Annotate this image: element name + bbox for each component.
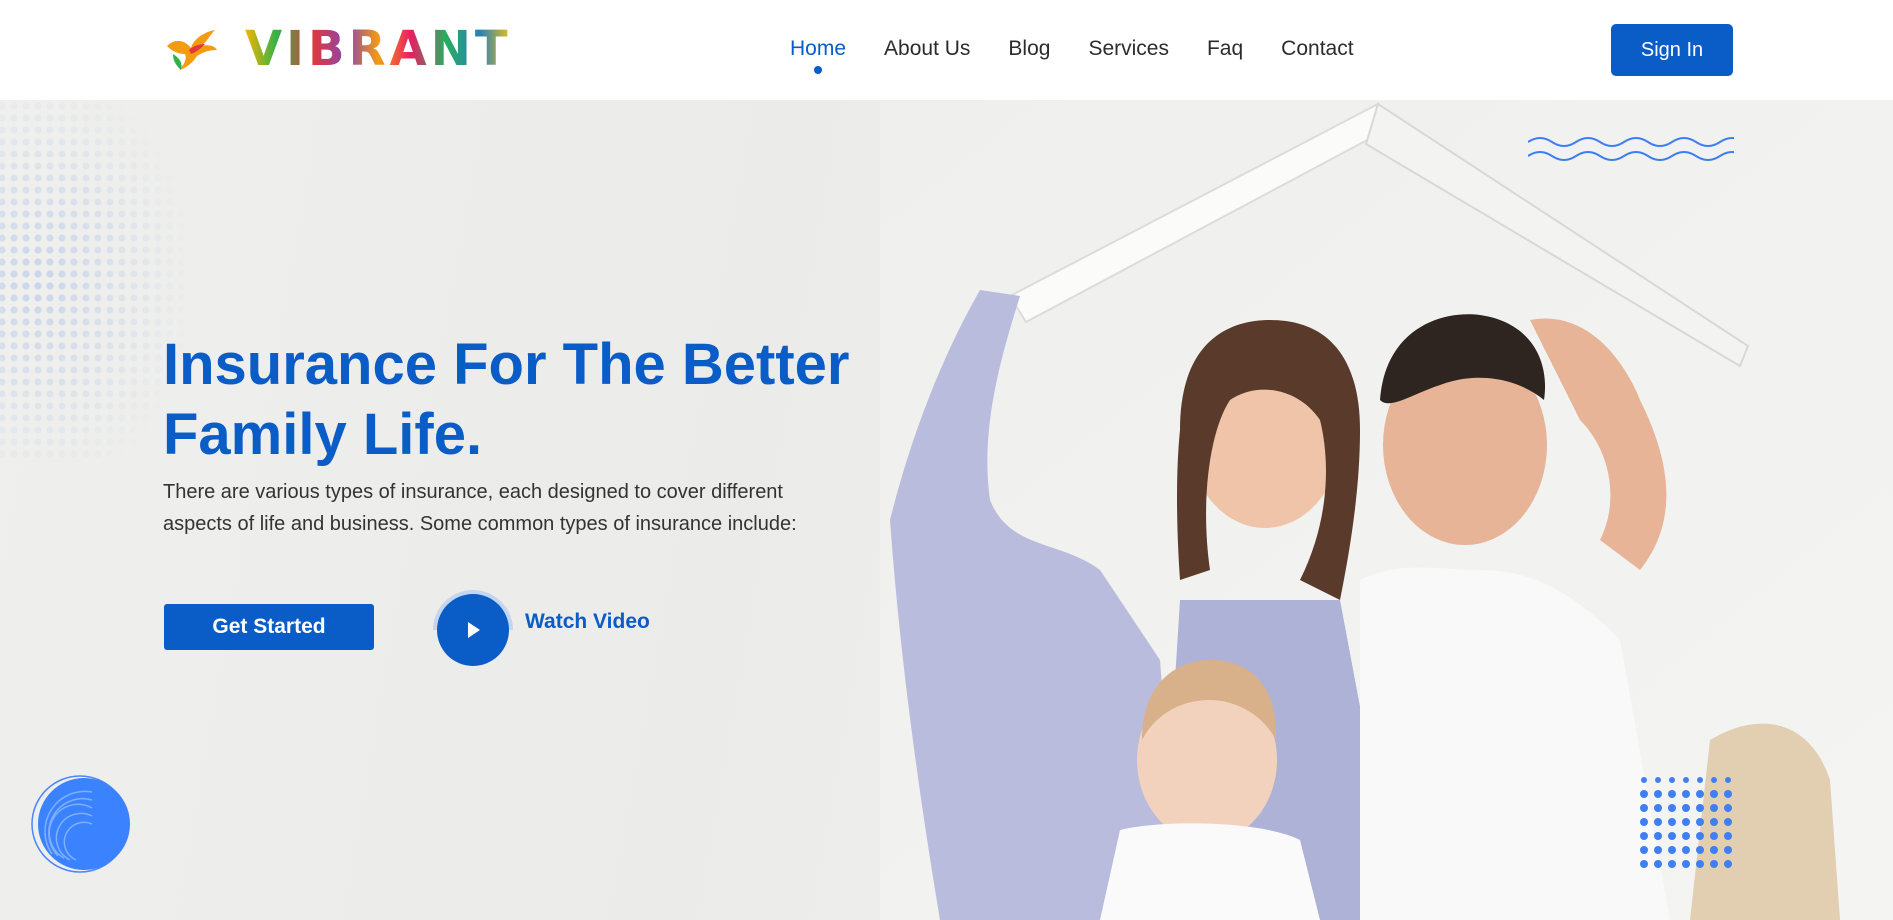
sign-in-button[interactable]: Sign In xyxy=(1611,24,1733,76)
description-line-1: There are various types of insurance, ea… xyxy=(163,481,783,503)
get-started-button[interactable]: Get Started xyxy=(164,604,374,650)
active-indicator-dot xyxy=(814,66,823,74)
nav-item-home[interactable]: Home xyxy=(790,34,847,74)
site-header: VIBRANT Home About Us Blog Services Faq … xyxy=(0,0,1893,100)
play-video-button[interactable] xyxy=(433,590,513,670)
nav-item-services[interactable]: Services xyxy=(1088,34,1169,64)
brand-name: VIBRANT xyxy=(245,21,512,77)
watch-video-link[interactable]: Watch Video xyxy=(525,610,650,634)
nav-item-contact[interactable]: Contact xyxy=(1281,34,1353,64)
headline-line-1: Insurance For The Better xyxy=(163,332,850,397)
nav-item-label: About Us xyxy=(884,37,971,60)
main-nav: Home About Us Blog Services Faq Contact xyxy=(790,34,1392,74)
play-button-circle xyxy=(437,594,509,666)
nav-item-about-us[interactable]: About Us xyxy=(884,34,970,64)
nav-item-blog[interactable]: Blog xyxy=(1008,34,1050,64)
hero-description: There are various types of insurance, ea… xyxy=(163,476,863,540)
nav-item-label: Contact xyxy=(1281,37,1354,60)
headline-line-2: Family Life. xyxy=(163,402,483,467)
nav-item-label: Faq xyxy=(1206,37,1244,60)
nav-item-label: Services xyxy=(1088,37,1169,60)
nav-item-label: Home xyxy=(790,37,847,60)
description-line-2: aspects of life and business. Some commo… xyxy=(163,513,797,535)
hero-section: Insurance For The Better Family Life. Th… xyxy=(0,100,1893,920)
phoenix-logo-icon xyxy=(167,30,217,70)
family-under-roof-photo xyxy=(880,100,1893,920)
decorative-dot-grid xyxy=(1640,777,1732,868)
nav-item-faq[interactable]: Faq xyxy=(1207,34,1243,64)
decorative-spiral-circle xyxy=(31,775,130,873)
hero-headline: Insurance For The Better Family Life. xyxy=(163,330,923,470)
nav-item-label: Blog xyxy=(1008,37,1051,60)
play-icon xyxy=(468,622,480,638)
brand-logo[interactable]: VIBRANT xyxy=(163,24,512,74)
decorative-waves xyxy=(1528,137,1734,161)
